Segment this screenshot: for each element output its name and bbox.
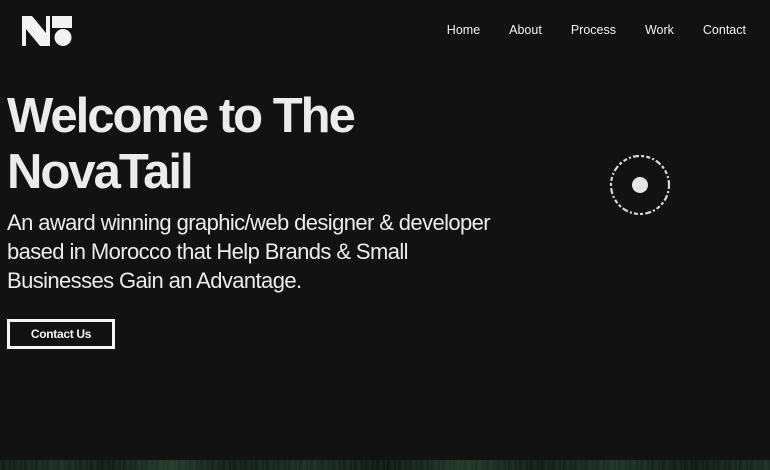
hero-title-line-2: NovaTail — [7, 145, 194, 199]
hero-description-line-1: An award winning graphic/web designer & … — [7, 210, 491, 235]
nav-process-link[interactable]: Process — [571, 22, 616, 38]
scroll-badge-icon[interactable] — [605, 152, 675, 218]
page: Home About Process Work Contact Welcome … — [0, 0, 770, 470]
nav-home-link[interactable]: Home — [447, 22, 480, 38]
contact-us-button[interactable]: Contact Us — [7, 319, 115, 349]
nav-contact-link[interactable]: Contact — [703, 22, 746, 38]
hero-title-line-1: Welcome to The — [7, 89, 356, 143]
hero-image-edge — [0, 460, 770, 470]
nt-logo-icon[interactable] — [22, 16, 72, 46]
nav-about-link[interactable]: About — [509, 22, 542, 38]
hero-title: Welcome to The NovaTail — [7, 88, 527, 200]
hero-description: An award winning graphic/web designer & … — [7, 208, 527, 295]
hero-description-line-2: based in Morocco that Help Brands & Smal… — [7, 239, 409, 264]
main-nav: Home About Process Work Contact — [418, 22, 746, 38]
nav-work-link[interactable]: Work — [645, 22, 674, 38]
hero-description-line-3: Businesses Gain an Advantage. — [7, 268, 302, 293]
